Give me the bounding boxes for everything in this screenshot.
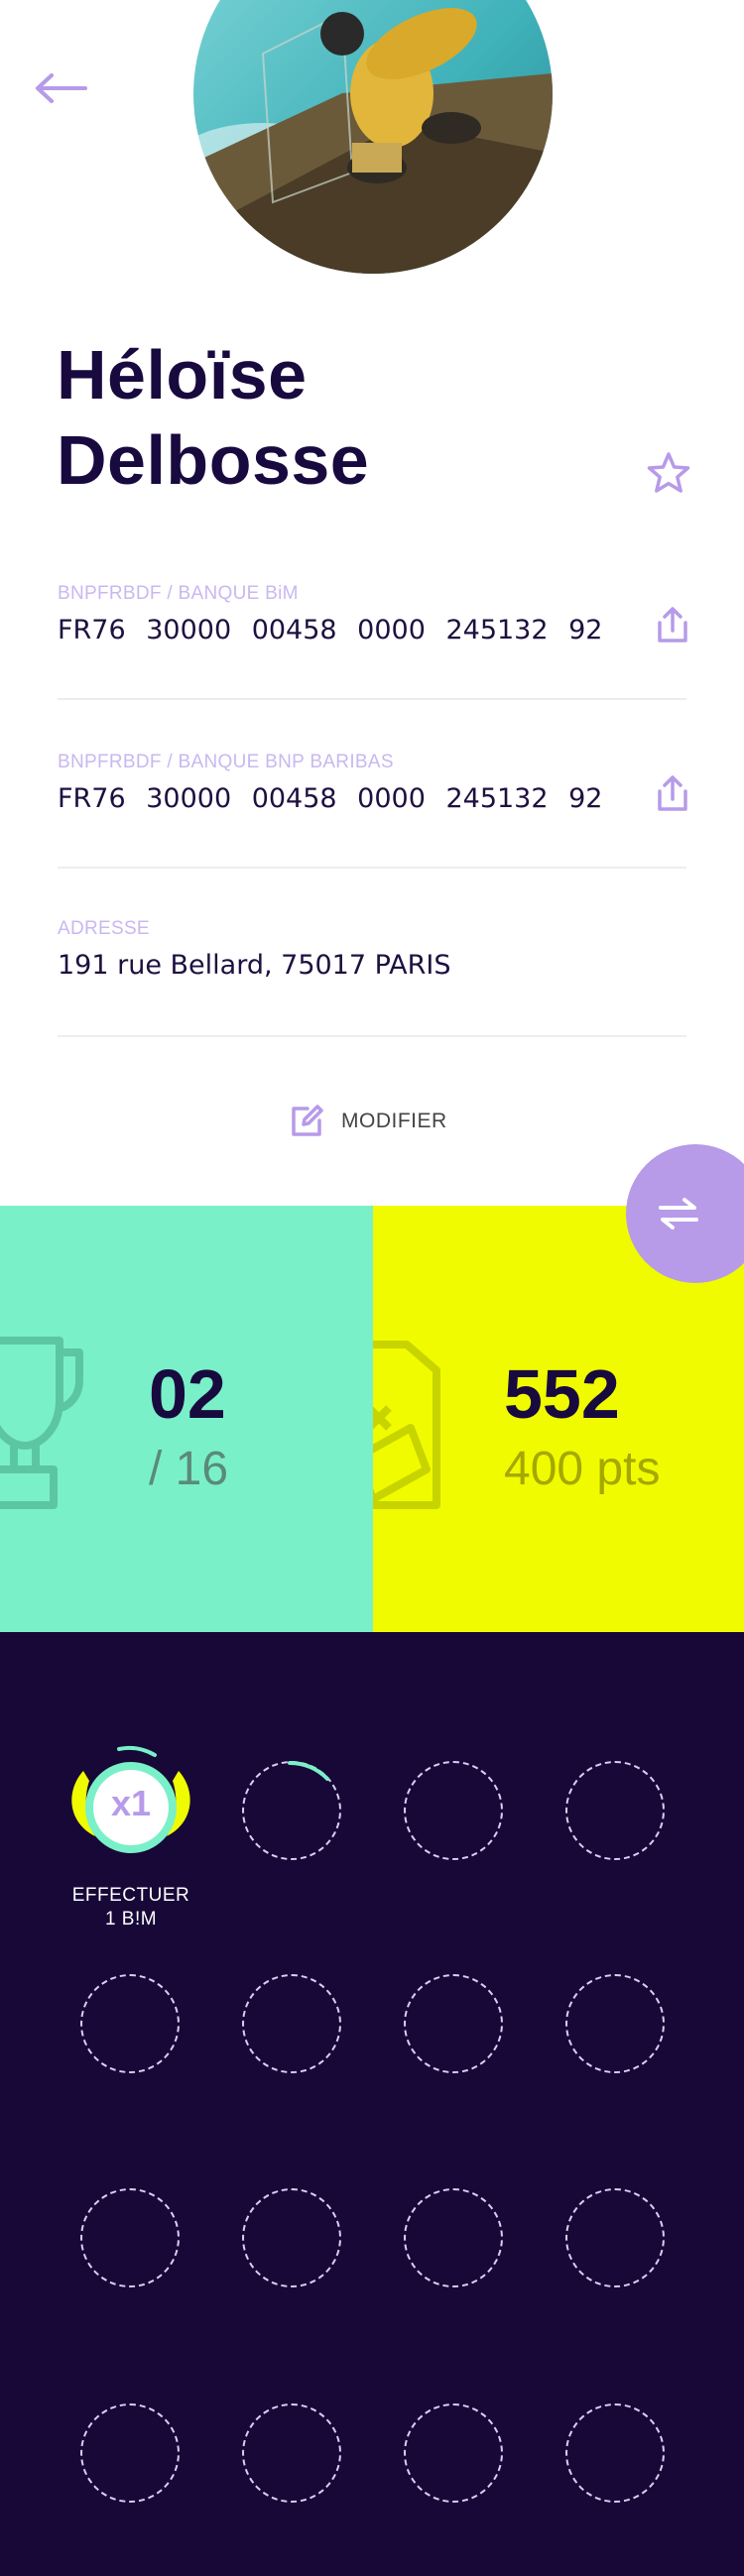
account-item: BNPFRBDF / BANQUE BNP BARIBAS FR76 30000… — [58, 752, 687, 814]
favorite-button[interactable] — [645, 450, 692, 496]
badge-slot[interactable] — [404, 1974, 503, 2073]
badge-slot[interactable] — [242, 2188, 341, 2287]
gift-card-icon — [373, 1341, 440, 1509]
profile-avatar — [193, 0, 553, 274]
account-item: BNPFRBDF / BANQUE BiM FR76 30000 00458 0… — [58, 583, 687, 645]
divider — [58, 698, 686, 700]
badge-slot[interactable] — [242, 1974, 341, 2073]
star-icon — [647, 452, 690, 493]
badge-slot[interactable] — [565, 1974, 665, 2073]
badge-slot[interactable] — [80, 2188, 180, 2287]
profile-name: Héloïse Delbosse — [57, 332, 369, 503]
badge-caption-line1: EFFECTUER — [71, 1885, 190, 1906]
trophy-icon — [0, 1337, 83, 1509]
badge-progress-arc — [288, 1760, 329, 1781]
badge-slot[interactable] — [404, 2403, 503, 2503]
first-name: Héloïse — [57, 336, 308, 413]
badge-slot[interactable] — [80, 1974, 180, 2073]
swap-arrows-icon — [659, 1198, 698, 1229]
share-iban-button[interactable] — [655, 605, 690, 644]
badge-slot[interactable] — [565, 2403, 665, 2503]
last-name: Delbosse — [57, 421, 370, 499]
badges-panel: x1 EFFECTUER 1 B!M — [0, 1632, 744, 2576]
share-icon — [658, 607, 687, 643]
badge-slot[interactable] — [565, 2188, 665, 2287]
badge-slot[interactable] — [404, 2188, 503, 2287]
badge-active[interactable]: x1 — [62, 1741, 200, 1870]
badge-slot[interactable] — [80, 2403, 180, 2503]
badge-slot[interactable] — [242, 2403, 341, 2503]
challenges-stat: 02 / 16 — [0, 1206, 373, 1632]
edit-label: MODIFIER — [341, 1110, 447, 1132]
divider — [58, 867, 686, 869]
account-label: BNPFRBDF / BANQUE BiM — [58, 583, 299, 604]
address-value: 191 rue Bellard, 75017 PARIS — [58, 950, 451, 981]
address-label: ADRESSE — [58, 918, 150, 939]
back-button[interactable] — [34, 69, 91, 107]
challenges-total: / 16 — [149, 1443, 229, 1495]
badge-caption: EFFECTUER 1 B!M — [32, 1884, 230, 1932]
share-icon — [658, 775, 687, 811]
divider — [58, 1035, 686, 1037]
challenges-done: 02 — [149, 1355, 226, 1433]
arrow-left-icon — [36, 73, 87, 103]
account-iban: FR76 30000 00458 0000 245132 92 — [58, 615, 603, 645]
account-iban: FR76 30000 00458 0000 245132 92 — [58, 783, 603, 814]
points-total: 400 pts — [504, 1443, 661, 1495]
badge-slot[interactable] — [565, 1761, 665, 1860]
badge-multiplier: x1 — [110, 1783, 152, 1823]
badge-slot[interactable] — [404, 1761, 503, 1860]
address-item: ADRESSE 191 rue Bellard, 75017 PARIS — [58, 918, 686, 981]
points-value: 552 — [504, 1355, 620, 1433]
badge-caption-line2: 1 B!M — [104, 1909, 158, 1930]
edit-icon — [292, 1105, 323, 1136]
account-label: BNPFRBDF / BANQUE BNP BARIBAS — [58, 752, 394, 772]
share-iban-button[interactable] — [655, 773, 690, 813]
edit-button[interactable]: MODIFIER — [288, 1101, 447, 1142]
